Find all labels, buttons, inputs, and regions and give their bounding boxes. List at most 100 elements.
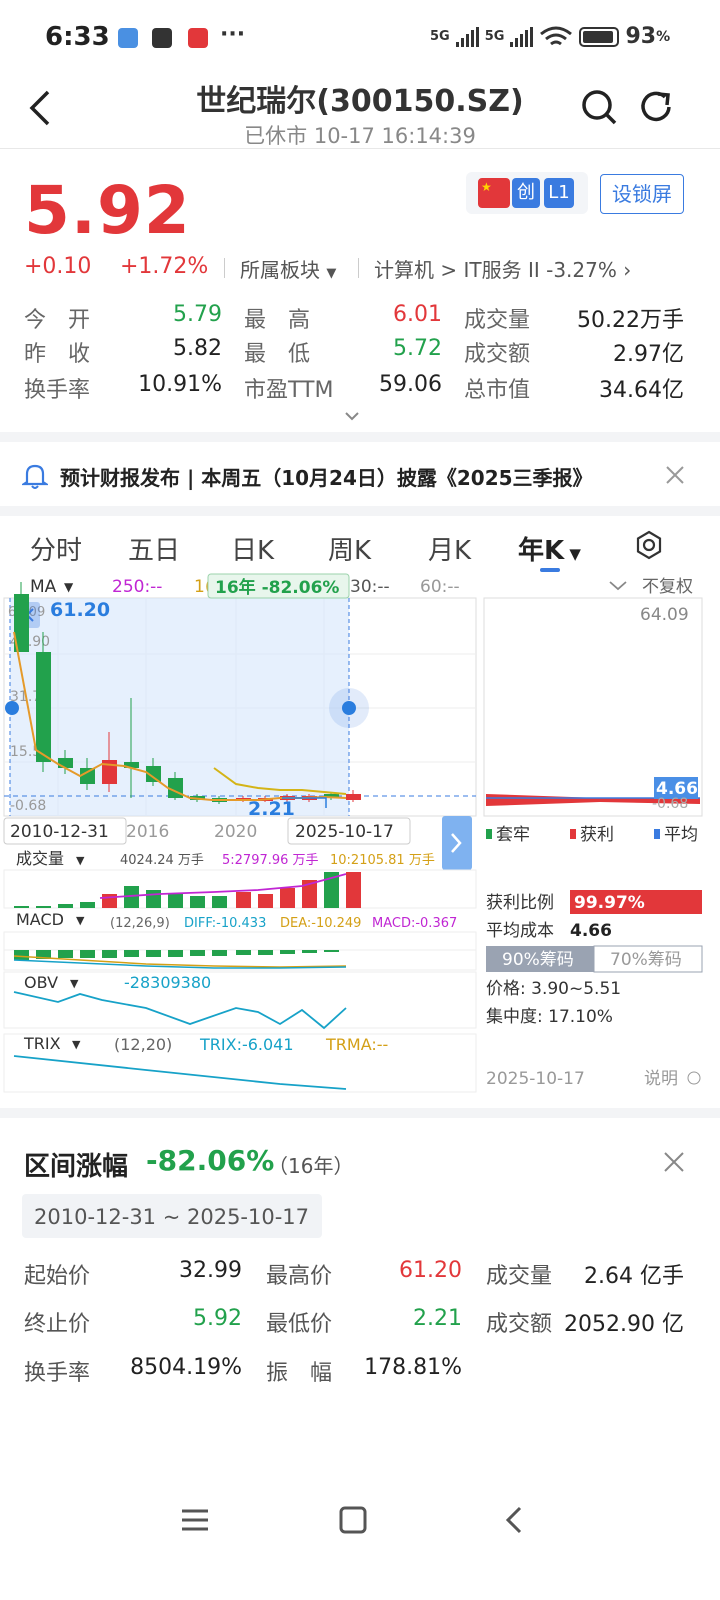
profit-ratio-value: 99.97%: [574, 893, 645, 913]
trix-params: (12,20): [114, 1035, 172, 1054]
caret-down-icon: ▼: [76, 914, 85, 927]
sector-label: 所属板块: [240, 258, 320, 282]
expand-chevron-icon[interactable]: [344, 410, 360, 422]
obv-value: -28309380: [124, 973, 211, 992]
trma-value: TRMA:--: [325, 1035, 388, 1054]
tab-yearly-k-label: 年K: [518, 536, 565, 566]
interval-value: 2.21: [413, 1306, 462, 1331]
x-label: 2016: [126, 822, 169, 842]
interval-label: 终止价: [24, 1312, 91, 1337]
refresh-icon[interactable]: [638, 88, 676, 126]
interval-range: 2010-12-31 ~ 2025-10-17: [34, 1205, 310, 1229]
wifi-icon: [540, 26, 573, 45]
signal-bars-icon: [455, 26, 479, 47]
bell-icon: [22, 464, 48, 489]
stat-label: 总市值: [464, 378, 531, 403]
interval-value: 178.81%: [364, 1355, 462, 1380]
signal-5g-1: 5G: [430, 29, 450, 44]
trix-value: TRIX:-6.041: [199, 1035, 294, 1054]
x-label-end: 2025-10-17: [295, 822, 394, 842]
close-icon[interactable]: [662, 1150, 686, 1174]
home-icon[interactable]: [338, 1505, 368, 1535]
tab-weekly-k[interactable]: 周K: [328, 530, 371, 567]
tab-daily-k[interactable]: 日K: [231, 530, 274, 567]
search-icon[interactable]: [580, 88, 618, 126]
menu-icon[interactable]: [180, 1505, 210, 1535]
kline-chart[interactable]: MA ▼ 250:-- 1( 30:-- 60:-- 不复权 16年 -82.0…: [0, 572, 720, 1102]
stat-value: 5.82: [173, 336, 222, 361]
app-notification-icon: [118, 28, 138, 48]
vol10-value: 10:2105.81 万手: [330, 853, 435, 868]
stat-label: 最 低: [244, 342, 311, 367]
y-tick: -0.68: [10, 798, 46, 814]
battery-unit: %: [656, 28, 671, 45]
earnings-notice[interactable]: 预计财报发布 | 本周五（10月24日）披露《2025三季报》: [60, 462, 593, 491]
interval-title: 区间涨幅: [24, 1152, 129, 1182]
chip-concentration: 集中度: 17.10%: [486, 1007, 613, 1027]
ma60-label: 60:--: [420, 577, 460, 597]
interval-label: 振 幅: [266, 1361, 333, 1386]
stat-label: 最 高: [244, 308, 311, 333]
stat-value: 6.01: [393, 302, 442, 327]
macd-label: MACD: [16, 910, 64, 929]
interval-value: 2052.90 亿: [564, 1312, 684, 1337]
interval-years: （16年）: [268, 1154, 354, 1178]
stat-value: 5.72: [393, 336, 442, 361]
legend-profit: 获利: [580, 825, 614, 845]
sector-dropdown[interactable]: 所属板块 ▼: [240, 254, 336, 283]
signal-5g-2: 5G: [484, 29, 505, 44]
legend-avg: 平均: [664, 825, 698, 845]
sector-link[interactable]: 计算机 > IT服务 II -3.27% ›: [374, 254, 631, 283]
price-change-pct: +1.72%: [120, 254, 209, 279]
stat-label: 市盈TTM: [244, 378, 334, 403]
china-flag-icon: ★: [478, 178, 510, 208]
price-change: +0.10: [24, 254, 92, 279]
x-label-start: 2010-12-31: [10, 822, 109, 842]
caret-down-icon: ▼: [70, 977, 79, 990]
tab-5day[interactable]: 五日: [128, 530, 180, 567]
chevron-right-icon: ›: [623, 258, 632, 282]
stat-value: 2.97亿: [613, 342, 684, 367]
avg-cost-value: 4.66: [570, 921, 612, 941]
volume-label: 成交量: [16, 849, 64, 868]
status-indicators: 5G 5G 93%: [430, 24, 670, 49]
chart-settings-icon[interactable]: [634, 530, 664, 560]
back-icon[interactable]: [500, 1505, 530, 1535]
tab-yearly-k[interactable]: 年K ▼: [518, 530, 581, 567]
ma30-label: 30:--: [350, 577, 390, 597]
macd-dea: DEA:-10.249: [280, 916, 361, 931]
interval-label: 起始价: [24, 1264, 91, 1289]
stat-label: 换手率: [24, 378, 91, 403]
caret-down-icon: ▼: [64, 580, 74, 594]
stat-value: 50.22万手: [577, 308, 684, 333]
chip-top: 64.09: [640, 605, 689, 625]
ma250-label: 250:--: [112, 577, 162, 597]
tab-intraday[interactable]: 分时: [30, 530, 82, 567]
legend-trapped: 套牢: [496, 825, 530, 845]
set-lockscreen-button[interactable]: 设锁屏: [600, 174, 684, 214]
stat-value: 59.06: [379, 372, 442, 397]
close-icon[interactable]: [664, 464, 686, 486]
stat-label: 今 开: [24, 308, 91, 333]
chevron-down-icon: [609, 581, 627, 591]
obv-label: OBV: [24, 973, 58, 992]
avg-cost-label: 平均成本: [486, 921, 554, 941]
volume-value: 4024.24 万手: [120, 853, 204, 868]
interval-value: 32.99: [179, 1258, 242, 1283]
tab-monthly-k[interactable]: 月K: [428, 530, 471, 567]
stat-value: 10.91%: [138, 372, 222, 397]
macd-diff: DIFF:-10.433: [184, 916, 266, 931]
sector-path: 计算机 > IT服务 II: [374, 258, 540, 282]
battery-level: 93: [625, 24, 657, 49]
chinext-badge: 创: [512, 178, 540, 208]
chip-low: -0.68: [652, 796, 688, 812]
interval-label: 最低价: [266, 1312, 333, 1337]
ma-selector: MA: [30, 577, 57, 597]
macd-value: MACD:-0.367: [372, 916, 457, 931]
stat-value: 5.79: [173, 302, 222, 327]
interval-label: 成交量: [486, 1264, 553, 1289]
interval-value: 2.64 亿手: [584, 1264, 684, 1289]
macd-params: (12,26,9): [110, 916, 170, 931]
profit-ratio-label: 获利比例: [486, 893, 554, 913]
interval-label: 最高价: [266, 1264, 333, 1289]
